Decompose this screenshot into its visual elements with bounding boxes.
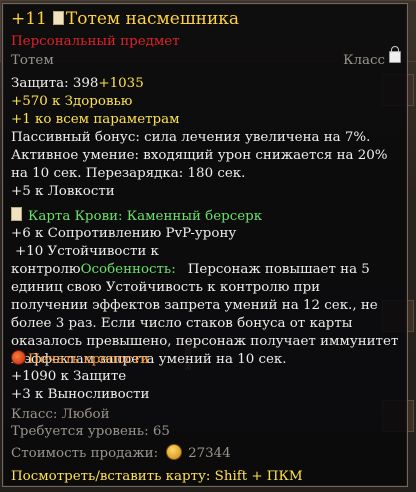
card-name: Карта Крови: Каменный берсерк [28,209,263,224]
passive-bonus: Пассивный бонус: сила лечения увеличена … [11,130,371,145]
coin-icon [166,444,183,460]
defense-base: Защита: 398 [11,76,99,91]
card-title: Карта Крови: Каменный берсерк [11,207,262,226]
defense-bonus: +1035 [98,76,144,91]
lock-icon[interactable] [389,46,401,63]
seal-icon [11,350,26,365]
price-label: Стоимость продажи: [11,446,159,461]
seal-stamina: +3 к Выносливости [11,387,150,402]
seal-title: Печать крепости [11,350,149,369]
item-scroll-icon [52,11,64,25]
all-stats-bonus: +1 ко всем параметрам [11,112,180,127]
card-hint: Посмотреть/вставить карту: Shift + ПКМ [11,469,303,484]
item-tooltip: +11 Тотем насмешника Персональный предмет… [2,3,408,487]
item-type: Тотем [11,53,54,68]
class-label: Класс [343,53,385,68]
price-value: 27344 [188,446,231,461]
item-name: Тотем насмешника [65,9,240,29]
seal-name: Печать крепости [28,352,150,367]
defense-stat: Защита: 398+1035 [11,75,144,93]
enhance-level: +11 [11,9,47,29]
agility-bonus: +5 к Ловкости [11,184,115,199]
hp-bonus: +570 к Здоровью [11,94,133,109]
card-icon [11,207,22,221]
game-screen: +11 Тотем насмешника Персональный предмет… [0,0,416,492]
personal-item-label: Персональный предмет [11,34,180,49]
class-requirement: Класс: Любой [11,407,110,422]
active-skill: Активное умение: входящий урон снижается… [11,148,388,181]
sell-price: Стоимость продажи: 27344 [11,444,231,463]
level-requirement: Требуется уровень: 65 [11,424,170,439]
card-pvp-resist: +6 к Сопротивлению PvP-урону [11,226,237,241]
feature-label: Особенность: [80,262,176,277]
seal-defense: +1090 к Защите [11,369,127,384]
item-title: +11 Тотем насмешника [11,10,239,28]
